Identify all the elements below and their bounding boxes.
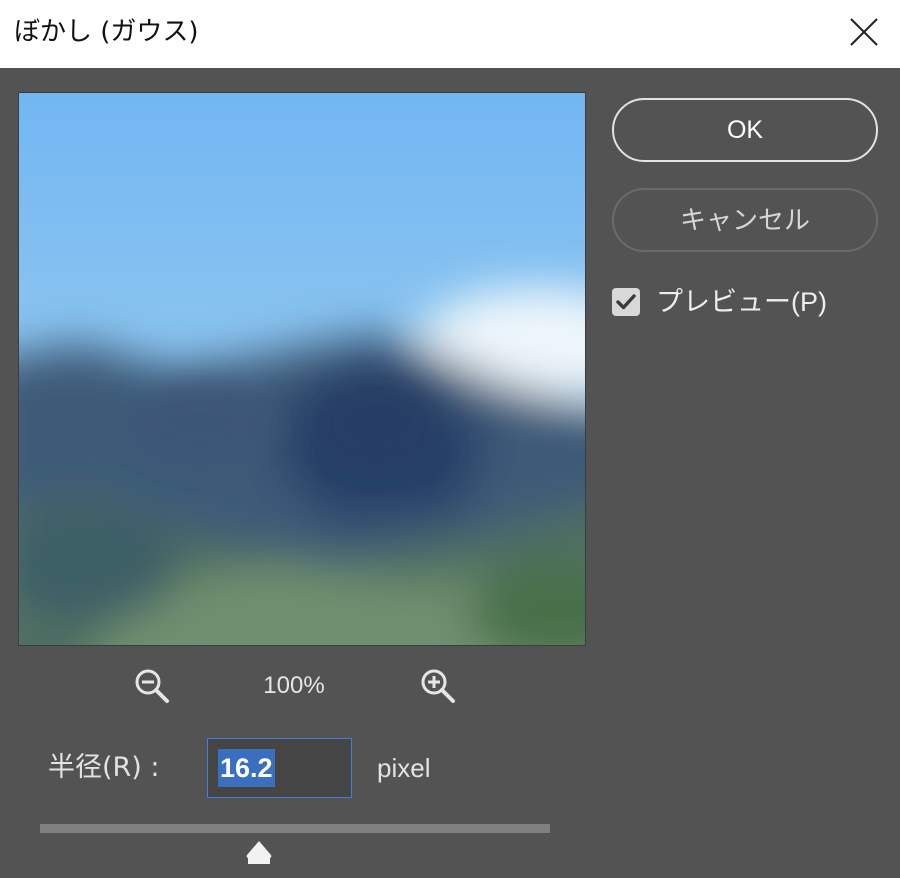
cancel-button[interactable]: キャンセル [612, 188, 878, 252]
zoom-in-icon [421, 669, 455, 703]
radius-value[interactable]: 16.2 [218, 749, 275, 787]
preview-checkbox[interactable] [612, 288, 640, 316]
dialog-title: ぼかし (ガウス) [14, 17, 199, 47]
zoom-level: 100% [263, 672, 325, 699]
title-bar: ぼかし (ガウス) [0, 0, 900, 68]
zoom-out-button[interactable] [132, 666, 172, 706]
radius-unit-label: pixel [377, 753, 431, 783]
close-icon [850, 18, 878, 46]
radius-label: 半径(R) : [48, 752, 160, 783]
preview-label[interactable]: プレビュー(P) [656, 282, 827, 322]
slider-thumb-icon [246, 841, 272, 864]
radius-slider-thumb[interactable] [244, 838, 274, 866]
radius-slider-track[interactable] [40, 824, 550, 833]
ok-button[interactable]: OK [612, 98, 878, 162]
zoom-in-button[interactable] [418, 666, 458, 706]
blur-preview-image[interactable] [18, 92, 586, 646]
radius-input[interactable]: 16.2 [207, 738, 352, 798]
check-icon [616, 294, 636, 310]
zoom-out-icon [135, 669, 169, 703]
close-button[interactable] [836, 6, 892, 60]
preview-photo [19, 93, 585, 645]
